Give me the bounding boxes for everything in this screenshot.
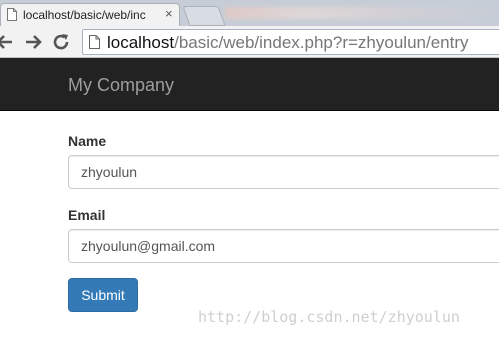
back-arrow-icon[interactable]	[0, 31, 16, 53]
browser-tab-strip: localhost/basic/web/inc ×	[0, 0, 499, 26]
site-navbar: My Company	[0, 58, 499, 111]
page-icon	[7, 8, 17, 21]
submit-button[interactable]: Submit	[68, 278, 138, 312]
email-input-value: zhyoulun@gmail.com	[81, 238, 216, 254]
blurred-tab-area	[225, 7, 495, 19]
page-icon	[89, 35, 100, 49]
url-path: /basic/web/index.php?r=zhyoulun/entry	[174, 33, 469, 52]
address-bar[interactable]: localhost/basic/web/index.php?r=zhyoulun…	[82, 29, 499, 55]
brand-link[interactable]: My Company	[68, 75, 174, 96]
name-label: Name	[68, 133, 107, 149]
url-host: localhost	[107, 33, 175, 52]
forward-arrow-icon[interactable]	[22, 31, 44, 53]
name-input-value: zhyoulun	[81, 164, 138, 180]
tab-title: localhost/basic/web/inc	[23, 8, 146, 22]
browser-tab[interactable]: localhost/basic/web/inc ×	[0, 3, 180, 26]
new-tab-button[interactable]	[182, 6, 226, 26]
browser-toolbar: localhost/basic/web/index.php?r=zhyoulun…	[0, 26, 499, 58]
email-label: Email	[68, 207, 106, 223]
reload-icon[interactable]	[50, 31, 72, 53]
url-text: localhost/basic/web/index.php?r=zhyoulun…	[107, 33, 469, 53]
email-input[interactable]: zhyoulun@gmail.com	[68, 229, 499, 263]
watermark: http://blog.csdn.net/zhyoulun	[198, 308, 460, 326]
name-input[interactable]: zhyoulun	[68, 155, 499, 189]
close-icon[interactable]: ×	[165, 6, 173, 21]
